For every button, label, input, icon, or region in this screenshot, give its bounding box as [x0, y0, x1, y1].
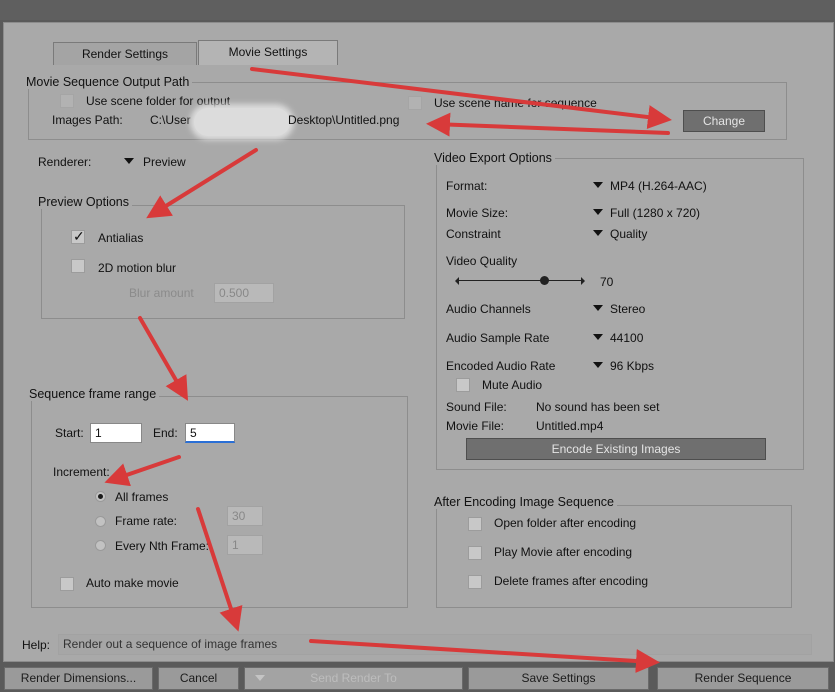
constraint-dropdown-caret[interactable] — [593, 230, 603, 236]
encoded-audio-rate-label: Encoded Audio Rate — [446, 359, 556, 373]
movie-file-value: Untitled.mp4 — [536, 419, 604, 433]
encoded-audio-rate-dropdown-caret[interactable] — [593, 362, 603, 368]
auto-make-movie-checkbox[interactable] — [60, 577, 74, 591]
end-label: End: — [153, 426, 178, 440]
images-path-suffix: Desktop\Untitled.png — [288, 113, 400, 127]
help-label: Help: — [22, 638, 51, 652]
frame-rate-radio[interactable] — [95, 516, 106, 527]
all-frames-radio[interactable] — [95, 491, 106, 502]
after-encoding-title: After Encoding Image Sequence — [431, 495, 617, 509]
slider-thumb[interactable] — [539, 276, 549, 285]
video-quality-label: Video Quality — [446, 254, 518, 268]
renderer-dropdown[interactable]: Preview — [143, 155, 186, 169]
checkmark-icon: ✓ — [73, 228, 85, 244]
open-folder-label: Open folder after encoding — [494, 516, 637, 530]
tab-render-settings[interactable]: Render Settings — [53, 42, 197, 65]
tab-movie-settings[interactable]: Movie Settings — [198, 40, 338, 65]
images-path-prefix: C:\User — [150, 113, 191, 127]
sound-file-value: No sound has been set — [536, 400, 660, 414]
slider-right-arrow-icon — [581, 277, 585, 285]
slider-left-arrow-icon — [455, 277, 459, 285]
slider-track — [459, 280, 581, 281]
send-render-to-caret-icon — [255, 675, 265, 681]
blur-amount-field[interactable]: 0.500 — [214, 283, 274, 303]
output-path-title: Movie Sequence Output Path — [23, 75, 193, 89]
mute-audio-label: Mute Audio — [482, 378, 543, 392]
auto-make-movie-label: Auto make movie — [86, 576, 179, 590]
frame-range-title: Sequence frame range — [26, 387, 160, 401]
renderer-label: Renderer: — [38, 155, 92, 169]
audio-sample-rate-label: Audio Sample Rate — [446, 331, 550, 345]
images-path-label: Images Path: — [52, 113, 123, 127]
all-frames-label: All frames — [115, 490, 169, 504]
help-text: Render out a sequence of image frames — [58, 634, 812, 655]
change-button[interactable]: Change — [683, 110, 765, 132]
preview-options-title: Preview Options — [35, 195, 133, 209]
output-path-group — [28, 82, 787, 140]
every-nth-label: Every Nth Frame: — [115, 539, 210, 553]
play-movie-label: Play Movie after encoding — [494, 545, 633, 559]
start-label: Start: — [55, 426, 84, 440]
sound-file-label: Sound File: — [446, 400, 507, 414]
redaction-blur — [194, 108, 290, 136]
blur-amount-label: Blur amount — [129, 286, 194, 300]
format-dropdown[interactable]: MP4 (H.264-AAC) — [610, 179, 707, 193]
delete-frames-checkbox[interactable] — [468, 575, 482, 589]
encoded-audio-rate-dropdown[interactable]: 96 Kbps — [610, 359, 654, 373]
open-folder-checkbox[interactable] — [468, 517, 482, 531]
end-field[interactable]: 5 — [185, 423, 235, 443]
send-render-to-label: Send Render To — [310, 671, 397, 685]
audio-channels-dropdown-caret[interactable] — [593, 305, 603, 311]
audio-sample-rate-dropdown[interactable]: 44100 — [610, 331, 643, 345]
antialias-checkbox[interactable]: ✓ — [71, 228, 85, 244]
mute-audio-checkbox[interactable] — [456, 378, 470, 392]
use-scene-folder-checkbox[interactable] — [60, 94, 74, 108]
frame-rate-field[interactable]: 30 — [227, 506, 263, 526]
start-field[interactable]: 1 — [90, 423, 142, 443]
radio-selected-dot — [98, 494, 103, 499]
delete-frames-label: Delete frames after encoding — [494, 574, 649, 588]
constraint-label: Constraint — [446, 227, 501, 241]
send-render-to-button[interactable]: Send Render To — [244, 667, 463, 690]
use-scene-name-label: Use scene name for sequence — [434, 96, 597, 110]
movie-size-label: Movie Size: — [446, 206, 509, 220]
encode-existing-images-button[interactable]: Encode Existing Images — [466, 438, 766, 460]
render-dimensions-button[interactable]: Render Dimensions... — [4, 667, 153, 690]
motion-blur-label: 2D motion blur — [98, 261, 177, 275]
video-quality-value: 70 — [600, 275, 614, 289]
video-quality-slider[interactable] — [455, 274, 585, 288]
play-movie-checkbox[interactable] — [468, 546, 482, 560]
audio-channels-dropdown[interactable]: Stereo — [610, 302, 645, 316]
renderer-dropdown-caret[interactable] — [124, 158, 134, 164]
use-scene-name-checkbox[interactable] — [408, 96, 422, 110]
movie-file-label: Movie File: — [446, 419, 505, 433]
movie-size-dropdown[interactable]: Full (1280 x 720) — [610, 206, 700, 220]
audio-sample-rate-dropdown-caret[interactable] — [593, 334, 603, 340]
save-settings-button[interactable]: Save Settings — [468, 667, 649, 690]
format-dropdown-caret[interactable] — [593, 182, 603, 188]
every-nth-radio[interactable] — [95, 540, 106, 551]
audio-channels-label: Audio Channels — [446, 302, 531, 316]
motion-blur-checkbox[interactable] — [71, 259, 85, 273]
movie-size-dropdown-caret[interactable] — [593, 209, 603, 215]
window-top-strip — [0, 0, 835, 20]
every-nth-field[interactable]: 1 — [227, 535, 263, 555]
increment-label: Increment: — [53, 465, 110, 479]
cancel-button[interactable]: Cancel — [158, 667, 239, 690]
frame-rate-label: Frame rate: — [115, 514, 178, 528]
render-sequence-button[interactable]: Render Sequence — [657, 667, 829, 690]
antialias-label: Antialias — [98, 231, 144, 245]
video-export-title: Video Export Options — [431, 151, 555, 165]
constraint-dropdown[interactable]: Quality — [610, 227, 647, 241]
format-label: Format: — [446, 179, 488, 193]
use-scene-folder-label: Use scene folder for output — [86, 94, 231, 108]
